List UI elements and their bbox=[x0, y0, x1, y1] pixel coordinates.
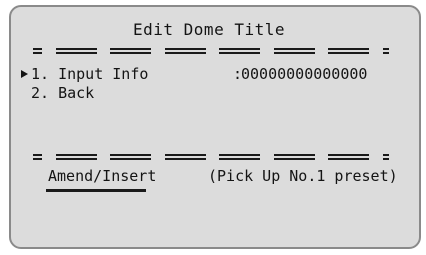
selection-cursor-icon bbox=[21, 70, 28, 78]
menu-item-input-info-value[interactable]: 00000000000000 bbox=[241, 66, 367, 83]
menu-item-back[interactable]: 2. Back bbox=[31, 85, 94, 102]
osd-screen: Edit Dome Title 1. Input Info : 00000000… bbox=[9, 5, 421, 249]
amend-insert-underline bbox=[46, 189, 146, 192]
menu-item-input-info-label[interactable]: 1. Input Info bbox=[31, 66, 148, 83]
separator-line-top bbox=[33, 47, 389, 55]
footer-hint: (Pick Up No.1 preset) bbox=[208, 167, 398, 185]
separator-line-bottom bbox=[33, 153, 389, 161]
screen-title: Edit Dome Title bbox=[133, 20, 285, 39]
amend-insert-action[interactable]: Amend/Insert bbox=[48, 168, 156, 185]
